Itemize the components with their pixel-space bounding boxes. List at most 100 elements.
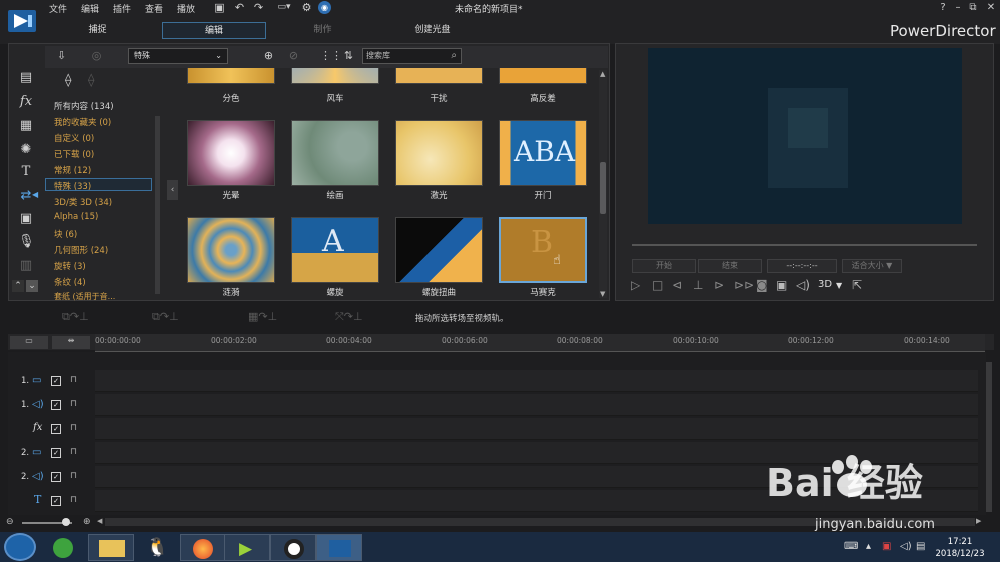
track-enable-checkbox[interactable]: ✓ — [51, 496, 61, 506]
lock-icon[interactable]: ⊓ — [70, 375, 77, 385]
3d-toggle[interactable]: 3D — [818, 279, 832, 290]
category-item[interactable]: 已下载 (0) — [54, 148, 94, 160]
remove-icon[interactable]: ⊘ — [287, 49, 300, 62]
title-room-icon[interactable]: T — [18, 164, 34, 180]
volume-tray-icon[interactable]: ◁) — [900, 541, 912, 552]
upgrade-icon[interactable]: ◉ — [318, 1, 331, 14]
transition-thumb[interactable] — [499, 68, 587, 84]
scroll-right-icon[interactable]: ▶ — [976, 517, 981, 525]
track-enable-checkbox[interactable]: ✓ — [51, 472, 61, 482]
taskbar-app-qq[interactable]: 🐧 — [136, 534, 176, 561]
mark-out-button[interactable]: 结束 — [698, 259, 762, 273]
undo-icon[interactable]: ↶ — [233, 1, 246, 14]
video-track-1[interactable] — [95, 370, 978, 392]
taskbar-app-camtasia[interactable]: ▶ — [224, 534, 270, 561]
grid-view-icon[interactable]: ⋮⋮ — [320, 49, 342, 62]
fast-forward-icon[interactable]: ⊳⊳ — [734, 278, 754, 292]
subtitle-icon[interactable]: ▣ — [776, 278, 787, 292]
taskbar-app-browser[interactable] — [44, 534, 84, 561]
help-icon[interactable]: ? — [936, 2, 950, 13]
add-to-favorites-icon[interactable]: ⊕ — [262, 49, 275, 62]
sort-icon[interactable]: ⇅ — [342, 49, 355, 62]
category-item-selected[interactable]: 特殊 (33) — [54, 180, 91, 192]
import-icon[interactable]: ⇩ — [55, 49, 68, 62]
search-input[interactable]: 搜索库 ⌕ — [362, 48, 462, 64]
category-item[interactable]: 块 (6) — [54, 228, 77, 240]
category-scrollbar[interactable] — [155, 116, 160, 294]
chapter-room-icon[interactable]: ▥ — [18, 258, 34, 274]
scroll-down-icon[interactable]: ⌄ — [26, 280, 38, 292]
transition-thumb[interactable] — [395, 68, 483, 84]
keyboard-icon[interactable]: ⌨ — [844, 541, 858, 552]
timeline-vertical-scrollbar[interactable] — [986, 362, 992, 512]
taskbar-app-explorer[interactable] — [88, 534, 134, 561]
insert-overwrite-icon[interactable]: ⧉↷⊥ — [62, 310, 89, 324]
stop-icon[interactable]: □ — [652, 278, 663, 292]
pip-room-icon[interactable]: ▦ — [18, 118, 34, 134]
timeline-view-icon[interactable]: ▭ — [10, 336, 48, 349]
menu-file[interactable]: 文件 — [49, 2, 67, 15]
transition-thumb[interactable] — [291, 120, 379, 186]
scroll-down-arrow-icon[interactable]: ▼ — [600, 290, 605, 298]
close-icon[interactable]: ✕ — [984, 2, 998, 13]
chevron-down-icon[interactable]: ▼ — [836, 281, 842, 290]
category-item[interactable]: 旋转 (3) — [54, 260, 86, 272]
category-item[interactable]: 几何图形 (24) — [54, 244, 108, 256]
undock-icon[interactable]: ⇱ — [852, 278, 862, 292]
fx-track[interactable] — [95, 418, 978, 440]
menu-view[interactable]: 查看 — [145, 2, 163, 15]
transition-thumb[interactable] — [395, 217, 483, 283]
scroll-left-icon[interactable]: ◀ — [97, 517, 102, 525]
network-icon[interactable]: ▤ — [916, 541, 925, 552]
menu-playback[interactable]: 播放 — [177, 2, 195, 15]
minimize-icon[interactable]: – — [951, 2, 965, 13]
search-icon[interactable]: ⌕ — [451, 49, 457, 63]
track-enable-checkbox[interactable]: ✓ — [51, 400, 61, 410]
category-dropdown[interactable]: 特殊 ⌄ — [128, 48, 228, 64]
play-icon[interactable]: ▷ — [631, 278, 640, 292]
save-icon[interactable]: ▣ — [213, 1, 226, 14]
transition-thumb[interactable]: ABA — [499, 120, 587, 186]
lock-icon[interactable]: ⊓ — [70, 495, 77, 505]
security-icon[interactable]: ▣ — [882, 541, 891, 552]
timecode-field[interactable]: --:--:--:-- — [767, 259, 837, 273]
category-item[interactable]: 常规 (12) — [54, 164, 91, 176]
audio-mixing-icon[interactable]: ▣ — [18, 211, 34, 227]
category-item[interactable]: 所有内容 (134) — [54, 100, 114, 112]
settings-icon[interactable]: ⚙ — [300, 1, 313, 14]
split-icon[interactable]: ⊥ — [693, 278, 703, 292]
track-enable-checkbox[interactable]: ✓ — [51, 448, 61, 458]
track-enable-checkbox[interactable]: ✓ — [51, 376, 61, 386]
snapshot-icon[interactable]: ◙ — [756, 278, 768, 292]
taskbar-app-powerdirector[interactable] — [316, 534, 362, 561]
particle-room-icon[interactable]: ✺ — [18, 142, 34, 158]
timeline-ruler[interactable]: 00:00:00:00 00:00:02:00 00:00:04:00 00:0… — [95, 334, 985, 352]
storyboard-view-icon[interactable]: ⇹ — [52, 336, 90, 349]
insert-ripple-icon[interactable]: ⧉↷⊥ — [152, 310, 179, 324]
taskbar-app-firefox[interactable] — [180, 534, 226, 561]
collapse-panel-button[interactable]: ‹ — [167, 180, 178, 200]
tab-edit[interactable]: 编辑 — [162, 22, 266, 39]
aspect-ratio-icon[interactable]: ▭▾ — [272, 1, 296, 14]
fit-size-dropdown[interactable]: 适合大小 ▼ — [842, 259, 902, 273]
grid-scrollbar-thumb[interactable] — [600, 162, 606, 214]
start-button[interactable] — [4, 533, 36, 561]
volume-icon[interactable]: ◁) — [796, 278, 810, 292]
tab-produce[interactable]: 制作 — [280, 22, 365, 39]
category-item[interactable]: 条纹 (4) — [54, 276, 86, 288]
lock-icon[interactable]: ⊓ — [70, 399, 77, 409]
redo-icon[interactable]: ↷ — [252, 1, 265, 14]
taskbar-app-recorder[interactable] — [270, 534, 316, 561]
menu-plugins[interactable]: 插件 — [113, 2, 131, 15]
mark-in-button[interactable]: 开始 — [632, 259, 696, 273]
replace-icon[interactable]: ⤧↷⊥ — [335, 310, 363, 324]
tray-expand-icon[interactable]: ▴ — [866, 541, 871, 552]
tab-create-disc[interactable]: 创建光盘 — [390, 22, 475, 39]
effect-room-icon[interactable]: fx — [18, 94, 34, 110]
menu-edit[interactable]: 编辑 — [81, 2, 99, 15]
zoom-out-icon[interactable]: ⊖ — [6, 517, 14, 527]
category-item[interactable]: Alpha (15) — [54, 212, 98, 222]
media-room-icon[interactable]: ▤ — [18, 70, 34, 86]
crossfade-icon[interactable]: ▦↷⊥ — [248, 310, 277, 323]
scroll-up-arrow-icon[interactable]: ▲ — [600, 70, 605, 78]
